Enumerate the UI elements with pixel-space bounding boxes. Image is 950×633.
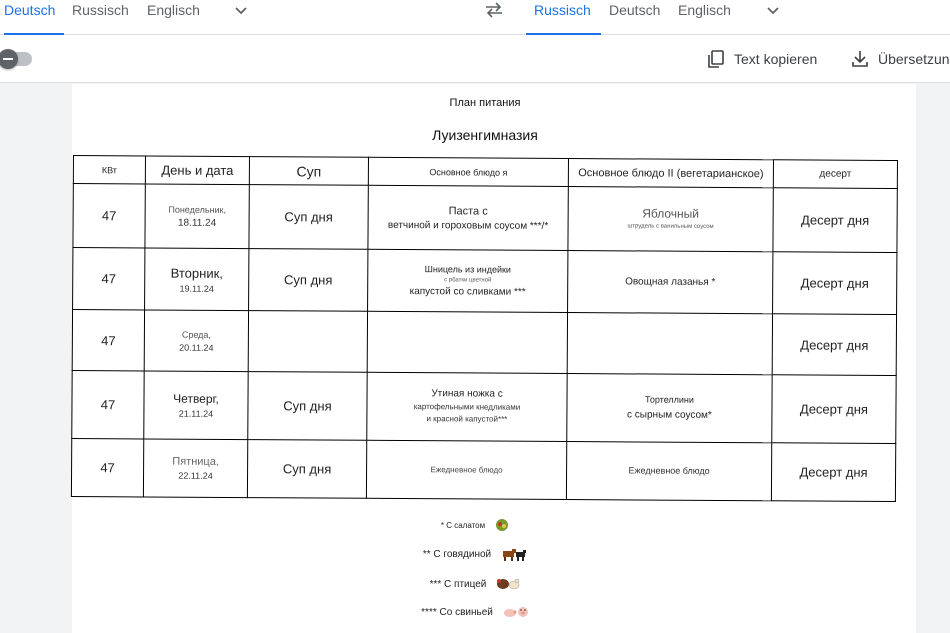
cell-main-dish-1: Паста с ветчиной и гороховым соусом ***/… [367, 185, 569, 251]
document-title: План питания [449, 97, 521, 109]
table-row: 47 Среда, 20.11.24 Десерт дня [72, 309, 897, 376]
day-date: 21.11.24 [178, 408, 214, 419]
cell-kw: 47 [71, 370, 145, 439]
cell-dessert: Десерт дня [771, 374, 897, 444]
cell-kw: 47 [72, 183, 146, 249]
cell-dessert: Десерт дня [772, 252, 897, 315]
target-tab-german[interactable]: Deutsch [609, 0, 660, 35]
dish-line: и красной капустой*** [426, 414, 508, 424]
cow-icon [503, 549, 527, 561]
legend-text: **** Со свиньей [421, 606, 493, 618]
table-row: 47 Пятница, 22.11.24 Суп дня Ежедневное … [71, 438, 896, 502]
download-translation-label: Übersetzung [878, 51, 950, 67]
day-date: 22.11.24 [178, 470, 213, 481]
header-kw: КВт [73, 155, 146, 185]
pig-icon [503, 607, 528, 617]
language-bar: Deutsch Russisch Englisch Russisch Deuts… [0, 0, 950, 35]
cell-main-dish-1: Шницель из индейки с рбатки цветной капу… [367, 249, 568, 313]
cell-dessert: Десерт дня [771, 442, 896, 502]
copy-icon [708, 50, 724, 68]
day-name: Понедельник, [168, 204, 226, 215]
cell-kw: 47 [71, 438, 144, 497]
table-row: 47 Вторник, 19.11.24 Суп дня Шницель из … [72, 247, 897, 315]
dish-line: картофельными кнедликами [413, 402, 521, 412]
cell-main-dish-1: Ежедневное блюдо [366, 440, 567, 500]
day-name: Вторник, [170, 265, 223, 281]
day-name: Пятница, [172, 455, 219, 468]
day-date: 19.11.24 [179, 283, 214, 294]
legend-text: ** С говядиной [422, 548, 492, 560]
cell-soup: Суп дня [247, 439, 367, 499]
header-main-dish-1: Основное блюдо я [368, 157, 569, 187]
cell-soup: Суп дня [248, 248, 368, 312]
target-tab-english[interactable]: Englisch [678, 0, 731, 35]
cell-day: Понедельник, 18.11.24 [144, 184, 250, 249]
cell-main-dish-2: Яблочный штрудель с ванильным соусом [567, 186, 774, 253]
source-tab-english[interactable]: Englisch [147, 0, 200, 35]
cell-soup: Суп дня [247, 371, 368, 441]
legend-item: *** С птицей [0, 577, 950, 591]
copy-text-button[interactable]: Text kopieren [706, 47, 817, 71]
toggle-knob [0, 49, 18, 69]
copy-text-label: Text kopieren [734, 51, 818, 67]
day-date: 18.11.24 [177, 217, 217, 229]
cell-kw: 47 [72, 309, 145, 371]
dish-line: капустой со сливками *** [409, 286, 526, 299]
salad-icon [496, 519, 509, 531]
legend-item: **** Со свиньей [0, 605, 950, 619]
document-subtitle: Луизенгимназия [432, 127, 538, 143]
cell-dessert: Десерт дня [772, 187, 898, 253]
legend-item: ** С говядиной [0, 547, 950, 561]
toggle-switch[interactable] [0, 49, 32, 69]
download-translation-button[interactable]: Übersetzung [850, 47, 950, 71]
header-dessert: десерт [773, 159, 898, 189]
dish-line: с рбатки цветной [444, 277, 492, 284]
source-tab-german[interactable]: Deutsch [4, 0, 64, 35]
header-main-dish-2: Основное блюдо II (вегетарианское) [568, 158, 774, 188]
chevron-down-icon[interactable] [233, 2, 249, 18]
header-day: День и дата [145, 155, 250, 185]
day-name: Среда, [181, 329, 211, 340]
legend-text: * С салатом [440, 520, 486, 530]
cell-dessert: Десерт дня [772, 314, 897, 376]
cell-main-dish-2: Ежедневное блюдо [566, 441, 772, 501]
download-icon [852, 51, 868, 67]
chevron-down-icon[interactable] [765, 2, 781, 18]
cell-main-dish-1: Утиная ножка с картофельными кнедликами … [366, 371, 568, 442]
meal-plan-table: КВт День и дата Суп Основное блюдо я Осн… [70, 155, 898, 503]
cell-day: Среда, 20.11.24 [144, 310, 249, 372]
target-tab-russian[interactable]: Russisch [526, 0, 601, 35]
table-row: 47 Четверг, 21.11.24 Суп дня Утиная ножк… [71, 370, 897, 444]
swap-languages-icon[interactable] [484, 1, 504, 19]
cell-main-dish-2 [567, 312, 773, 375]
cell-main-dish-2: Тортеллини с сырным соусом* [566, 373, 773, 443]
dish-line: ветчиной и гороховым соусом ***/* [387, 219, 549, 232]
toolbar: Text kopieren Übersetzung [0, 35, 950, 83]
dish-line: Яблочный [642, 206, 700, 221]
dish-line: Паста с [448, 204, 488, 218]
cell-day: Вторник, 19.11.24 [144, 248, 249, 312]
cell-soup: Суп дня [248, 184, 369, 250]
cell-main-dish-1 [367, 311, 568, 374]
cell-main-dish-2: Овощная лазанья * [567, 250, 773, 315]
legend-text: *** С птицей [429, 578, 487, 590]
dish-line: с сырным соусом* [626, 409, 712, 422]
day-name: Четверг, [173, 391, 219, 406]
poultry-icon [497, 578, 520, 590]
cell-kw: 47 [72, 247, 145, 311]
cell-day: Четверг, 21.11.24 [143, 370, 249, 440]
dish-line: штрудель с ванильным соусом [627, 223, 714, 230]
cell-soup [248, 311, 368, 372]
header-soup: Суп [249, 156, 369, 186]
dish-line: Шницель из индейки [424, 264, 512, 276]
dish-line: Тортеллини [645, 394, 694, 406]
source-tab-russian[interactable]: Russisch [72, 0, 129, 35]
legend-item: * С салатом [0, 518, 950, 532]
cell-day: Пятница, 22.11.24 [143, 438, 248, 498]
table-row: 47 Понедельник, 18.11.24 Суп дня Паста с… [72, 183, 898, 253]
day-date: 20.11.24 [179, 342, 214, 353]
